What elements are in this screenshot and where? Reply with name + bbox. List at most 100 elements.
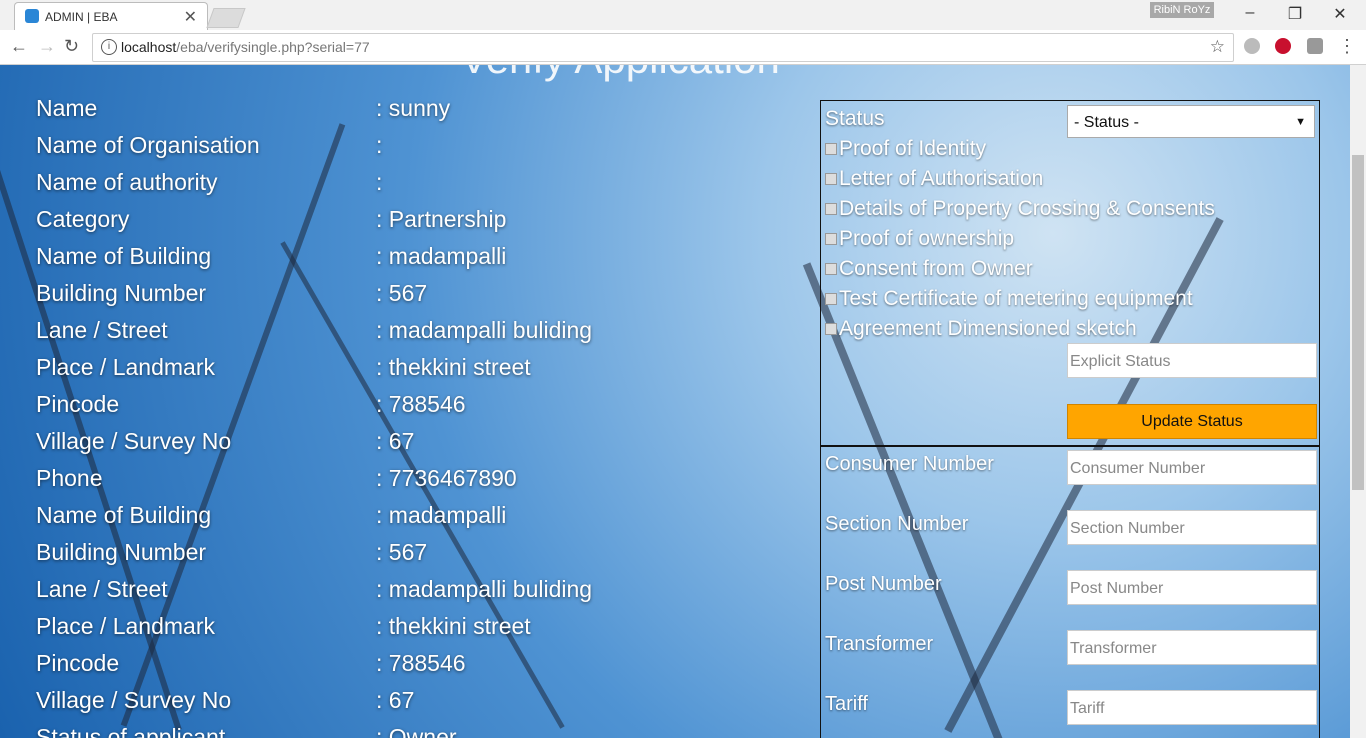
- consumer-field-input[interactable]: Post Number: [1067, 570, 1317, 605]
- page-content: Verify Application Name: sunny Name of Or…: [0, 65, 1350, 738]
- address-bar[interactable]: i localhost/eba/verifysingle.php?serial=…: [92, 33, 1234, 62]
- checkbox-label: Consent from Owner: [839, 257, 1033, 280]
- detail-label: Building Number: [36, 539, 207, 565]
- url-text: localhost/eba/verifysingle.php?serial=77: [121, 39, 370, 55]
- profile-badge[interactable]: RibiN RoYz: [1150, 2, 1214, 18]
- detail-value: : 788546: [376, 650, 466, 676]
- detail-row: Name of Building : madampalli: [36, 502, 796, 539]
- detail-row: Place / Landmark: thekkini street: [36, 613, 796, 650]
- checkbox-icon[interactable]: [825, 143, 837, 156]
- detail-value: : 67: [376, 687, 415, 713]
- scrollbar-thumb[interactable]: [1352, 155, 1364, 490]
- document-checkbox[interactable]: Agreement Dimensioned sketch: [825, 317, 1137, 341]
- consumer-field-label: Transformer: [825, 633, 934, 655]
- detail-value: : thekkini street: [376, 354, 531, 380]
- detail-label: Name: [36, 95, 98, 121]
- detail-row: Building Number : 567: [36, 539, 796, 576]
- detail-label: Status of applicant: [36, 724, 226, 738]
- bookmark-star-icon[interactable]: ☆: [1210, 37, 1225, 57]
- checkbox-label: Test Certificate of metering equipment: [839, 287, 1193, 310]
- document-checkbox[interactable]: Consent from Owner: [825, 257, 1033, 281]
- detail-value: :: [376, 169, 383, 195]
- checkbox-label: Letter of Authorisation: [839, 167, 1044, 190]
- checkbox-label: Details of Property Crossing & Consents: [839, 197, 1215, 220]
- browser-tab[interactable]: ADMIN | EBA ✕: [14, 2, 208, 31]
- reload-icon[interactable]: ↻: [64, 36, 79, 57]
- status-select[interactable]: - Status - ▼: [1067, 105, 1315, 138]
- consumer-field-input[interactable]: Section Number: [1067, 510, 1317, 545]
- restore-icon[interactable]: ❐: [1275, 4, 1315, 24]
- detail-label: Village / Survey No: [36, 687, 232, 713]
- consumer-field-label: Tariff: [825, 693, 868, 715]
- explicit-status-input[interactable]: Explicit Status: [1067, 343, 1317, 378]
- checkbox-icon[interactable]: [825, 293, 837, 306]
- detail-row: Lane / Street : madampalli buliding: [36, 317, 796, 354]
- document-checkbox[interactable]: Letter of Authorisation: [825, 167, 1043, 191]
- detail-label: Place / Landmark: [36, 613, 215, 639]
- detail-label: Village / Survey No: [36, 428, 232, 454]
- detail-value: :: [376, 132, 383, 158]
- document-checkbox[interactable]: Details of Property Crossing & Consents: [825, 197, 1215, 221]
- detail-row: Name of authority:: [36, 169, 796, 206]
- browser-toolbar: ← → ↻ i localhost/eba/verifysingle.php?s…: [0, 30, 1366, 65]
- new-tab-button[interactable]: [206, 8, 246, 28]
- detail-row: Pincode: 788546: [36, 391, 796, 428]
- detail-value: : 567: [376, 280, 428, 306]
- detail-row: Lane / Street : madampalli buliding: [36, 576, 796, 613]
- detail-label: Place / Landmark: [36, 354, 215, 380]
- minimize-icon[interactable]: –: [1230, 4, 1270, 22]
- back-icon[interactable]: ←: [10, 36, 28, 57]
- document-checkbox[interactable]: Test Certificate of metering equipment: [825, 287, 1193, 311]
- window-close-icon[interactable]: ✕: [1320, 4, 1360, 24]
- detail-row: Pincode : 788546: [36, 650, 796, 687]
- consumer-field-input[interactable]: Tariff: [1067, 690, 1317, 725]
- detail-value: : madampalli buliding: [376, 576, 593, 602]
- detail-label: Phone: [36, 465, 103, 491]
- detail-label: Pincode: [36, 650, 120, 676]
- favicon-icon: [25, 9, 39, 23]
- globe-extension-icon[interactable]: [1244, 38, 1260, 54]
- detail-value: : madampalli: [376, 243, 507, 269]
- consumer-field-input[interactable]: Consumer Number: [1067, 450, 1317, 485]
- detail-value: : Owner: [376, 724, 457, 738]
- checkbox-label: Agreement Dimensioned sketch: [839, 317, 1137, 340]
- detail-value: : 67: [376, 428, 415, 454]
- detail-value: : madampalli: [376, 502, 507, 528]
- adblock-extension-icon[interactable]: [1275, 38, 1291, 54]
- consumer-field-label: Consumer Number: [825, 453, 994, 475]
- checkbox-icon[interactable]: [825, 173, 837, 186]
- consumer-field-input[interactable]: Transformer: [1067, 630, 1317, 665]
- detail-row: Phone : 7736467890: [36, 465, 796, 502]
- detail-label: Name of authority: [36, 169, 218, 195]
- detail-row: Village / Survey No : 67: [36, 687, 796, 724]
- consumer-panel: Consumer Number Consumer Number Section Nu…: [820, 446, 1320, 738]
- detail-value: : 7736467890: [376, 465, 517, 491]
- forward-icon[interactable]: →: [38, 36, 56, 57]
- consumer-field-label: Section Number: [825, 513, 969, 535]
- detail-label: Name of Building: [36, 502, 212, 528]
- tab-close-icon[interactable]: ✕: [184, 7, 197, 27]
- detail-value: : madampalli buliding: [376, 317, 593, 343]
- detail-label: Lane / Street: [36, 576, 168, 602]
- checkbox-icon[interactable]: [825, 233, 837, 246]
- checkbox-icon[interactable]: [825, 323, 837, 336]
- checkbox-icon[interactable]: [825, 263, 837, 276]
- document-checkbox[interactable]: Proof of Identity: [825, 137, 986, 161]
- detail-row: Category: Partnership: [36, 206, 796, 243]
- detail-row: Name: sunny: [36, 95, 796, 132]
- detail-label: Name of Building: [36, 243, 212, 269]
- page-title: Verify Application: [460, 65, 780, 83]
- detail-value: : Partnership: [376, 206, 507, 232]
- info-icon[interactable]: i: [101, 39, 117, 55]
- browser-tab-strip: ADMIN | EBA ✕ RibiN RoYz – ❐ ✕: [0, 0, 1366, 31]
- update-status-button[interactable]: Update Status: [1067, 404, 1317, 439]
- checkbox-icon[interactable]: [825, 203, 837, 216]
- browser-menu-icon[interactable]: ⋮: [1338, 36, 1356, 57]
- checkbox-label: Proof of ownership: [839, 227, 1015, 250]
- detail-label: Building Number: [36, 280, 207, 306]
- checkbox-label: Proof of Identity: [839, 137, 987, 160]
- detail-label: Lane / Street: [36, 317, 168, 343]
- document-checkbox[interactable]: Proof of ownership: [825, 227, 1014, 251]
- detail-value: : 567: [376, 539, 428, 565]
- shield-extension-icon[interactable]: [1307, 38, 1323, 54]
